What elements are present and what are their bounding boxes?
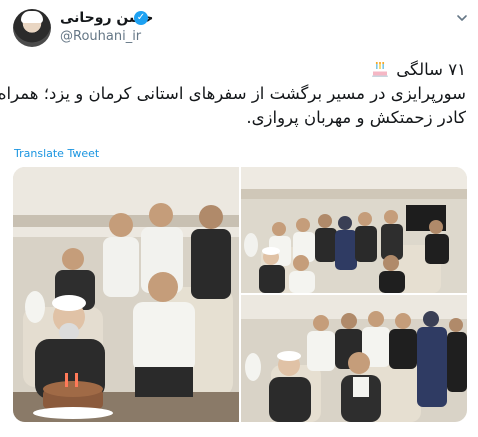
profile-avatar[interactable] — [13, 9, 51, 47]
user-handle[interactable]: @Rouhani_ir — [60, 29, 141, 45]
birthday-cake-emoji-icon — [372, 62, 389, 77]
photo-crew-group[interactable] — [241, 295, 467, 422]
tweet-text-line-3: کادر زحمتکش و مهربان پروازی. — [246, 108, 466, 127]
translate-tweet-link[interactable]: Translate Tweet — [14, 147, 99, 161]
tweet-media — [13, 167, 467, 422]
tweet-text-line-1-text: ۷۱ سالگی — [396, 60, 466, 79]
verified-badge-icon: ✓ — [134, 11, 148, 25]
chevron-down-icon[interactable] — [455, 11, 469, 25]
tweet-text-line-2: سورپرایزی در مسیر برگشت از سفرهای استانی… — [0, 84, 466, 103]
tweet-text-line-1: ۷۱ سالگی — [14, 58, 466, 82]
tweet-text: ۷۱ سالگی سورپرایزی در مسیر برگشت از سفره… — [0, 58, 466, 130]
photo-cake-celebration[interactable] — [13, 167, 239, 422]
photo-cabin-group[interactable] — [241, 167, 467, 293]
